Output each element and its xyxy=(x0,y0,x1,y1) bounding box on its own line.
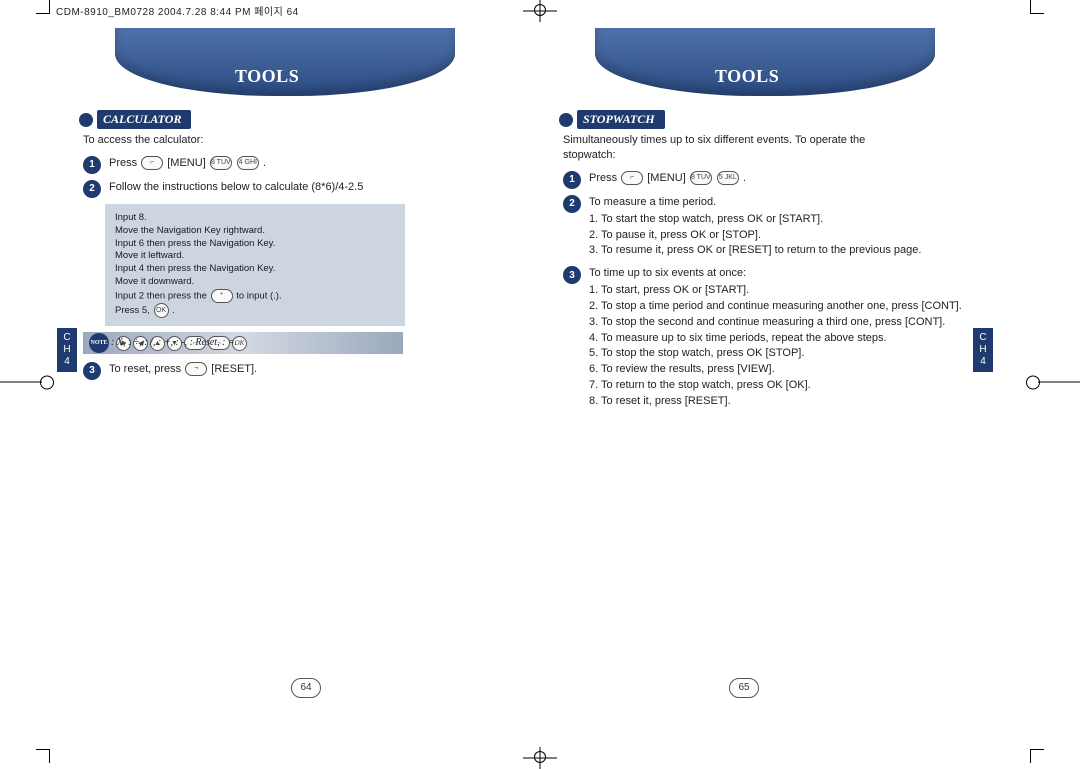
section-intro: Simultaneously times up to six different… xyxy=(563,133,903,163)
chapter-tab-right: CH4 xyxy=(973,328,993,372)
key-8-icon: 8 TUV xyxy=(690,171,712,185)
step-3: 3 To reset, press ¬ [RESET]. xyxy=(83,362,495,380)
section-heading-stopwatch: STOPWATCH xyxy=(559,110,975,129)
manual-spread: CDM-8910_BM0728 2004.7.28 8:44 PM 페이지 64… xyxy=(0,0,1080,763)
step-number-icon: 1 xyxy=(563,171,581,189)
note-badge-icon: NOTE xyxy=(89,333,109,353)
registration-mark-right xyxy=(1038,381,1080,382)
list-item: 7. To return to the stop watch, press OK… xyxy=(589,378,975,393)
note-strip: NOTE ▶ ◀ ▲ ▼ ⌐ ¬ OK : X, : ÷, : /, : +, … xyxy=(83,332,403,354)
page-header-tab: TOOLS xyxy=(595,28,935,96)
page-header-tab: TOOLS xyxy=(115,28,455,96)
ok-key-icon: OK xyxy=(154,303,169,318)
page-title: TOOLS xyxy=(115,64,455,88)
softkey-icon: ¬ xyxy=(185,362,207,376)
section-label: CALCULATOR xyxy=(97,110,191,129)
step-2: 2 Follow the instructions below to calcu… xyxy=(83,180,495,198)
softkey-icon: ⌐ xyxy=(141,156,163,170)
page-left: CH4 TOOLS CALCULATOR To access the calcu… xyxy=(75,28,495,708)
step-2-list: 1. To start the stop watch, press OK or … xyxy=(589,212,975,259)
step-1: 1 Press ⌐ [MENU] 8 TUV 4 GHI . xyxy=(83,156,495,174)
step-number-icon: 3 xyxy=(83,362,101,380)
step-3-list: 1. To start, press OK or [START]. 2. To … xyxy=(589,283,975,409)
step-3: 3 To time up to six events at once: 1. T… xyxy=(563,266,975,411)
list-item: 3. To stop the second and continue measu… xyxy=(589,315,975,330)
page-number: 65 xyxy=(729,678,759,698)
section-heading-calculator: CALCULATOR xyxy=(79,110,495,129)
crop-mark xyxy=(1030,0,1044,14)
key-5-icon: 5 JKL xyxy=(717,171,739,185)
crop-mark xyxy=(36,749,50,763)
key-8-icon: 8 TUV xyxy=(210,156,232,170)
section-label: STOPWATCH xyxy=(577,110,665,129)
key-star-icon: * xyxy=(211,289,233,303)
chapter-tab-left: CH4 xyxy=(57,328,77,372)
print-run-header: CDM-8910_BM0728 2004.7.28 8:44 PM 페이지 64 xyxy=(56,6,299,20)
example-tint-box: Input 8. Move the Navigation Key rightwa… xyxy=(105,204,405,326)
step-1: 1 Press ⌐ [MENU] 8 TUV 5 JKL . xyxy=(563,171,975,189)
list-item: 1. To start the stop watch, press OK or … xyxy=(589,212,975,227)
page-title: TOOLS xyxy=(595,64,935,88)
step-number-icon: 2 xyxy=(83,180,101,198)
list-item: 2. To stop a time period and continue me… xyxy=(589,299,975,314)
registration-mark-bottom xyxy=(523,747,557,763)
step-number-icon: 2 xyxy=(563,195,581,213)
list-item: 3. To resume it, press OK or [RESET] to … xyxy=(589,243,975,258)
registration-mark-left xyxy=(0,381,42,382)
softkey-icon: ⌐ xyxy=(621,171,643,185)
list-item: 4. To measure up to six time periods, re… xyxy=(589,331,975,346)
crop-mark xyxy=(36,0,50,14)
list-item: 2. To pause it, press OK or [STOP]. xyxy=(589,228,975,243)
step-number-icon: 3 xyxy=(563,266,581,284)
step-number-icon: 1 xyxy=(83,156,101,174)
list-item: 8. To reset it, press [RESET]. xyxy=(589,394,975,409)
section-bullet-icon xyxy=(79,113,93,127)
note-text: : X, : ÷, : /, : +, : -, : Reset, : =. xyxy=(111,336,397,350)
registration-mark-top xyxy=(523,0,557,16)
crop-mark xyxy=(1030,749,1044,763)
section-intro: To access the calculator: xyxy=(83,133,495,148)
section-bullet-icon xyxy=(559,113,573,127)
list-item: 6. To review the results, press [VIEW]. xyxy=(589,362,975,377)
list-item: 1. To start, press OK or [START]. xyxy=(589,283,975,298)
step-2: 2 To measure a time period. 1. To start … xyxy=(563,195,975,260)
key-4-icon: 4 GHI xyxy=(237,156,259,170)
page-number: 64 xyxy=(291,678,321,698)
page-right: CH4 TOOLS STOPWATCH Simultaneously times… xyxy=(555,28,975,708)
list-item: 5. To stop the stop watch, press OK [STO… xyxy=(589,346,975,361)
